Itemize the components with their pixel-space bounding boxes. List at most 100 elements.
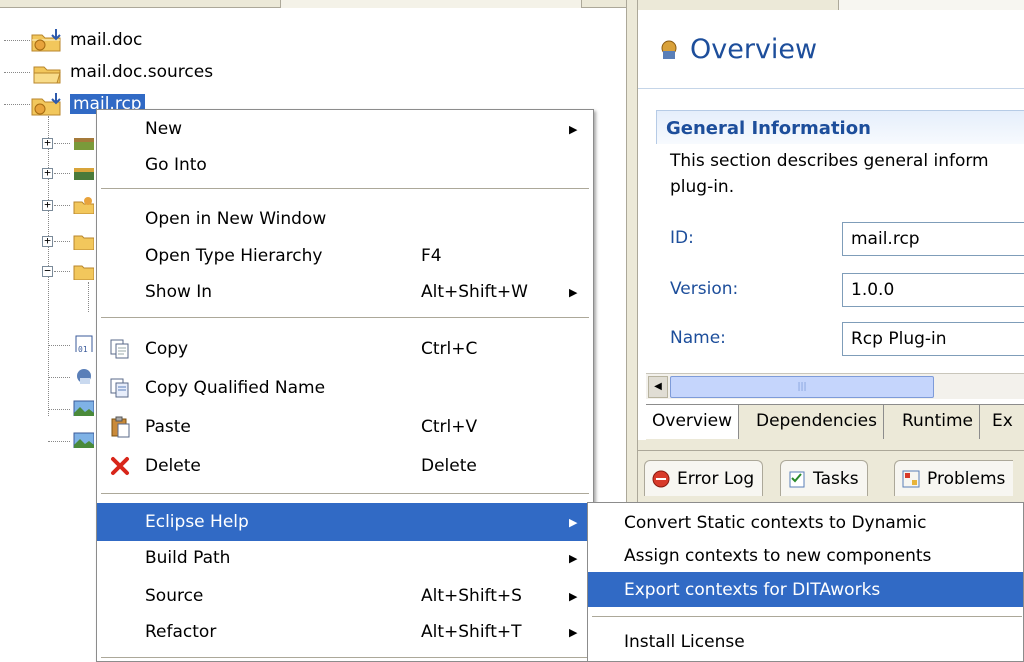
- submenu-item-convert-static-contexts[interactable]: Convert Static contexts to Dynamic: [588, 505, 1023, 540]
- menu-item-open-in-new-window[interactable]: Open in New Window: [97, 200, 593, 238]
- folder-icon: [73, 235, 94, 250]
- submenu-item-install-license[interactable]: Install License: [588, 624, 1023, 659]
- scroll-left-icon[interactable]: ◀: [648, 376, 668, 398]
- tab-problems[interactable]: Problems: [894, 460, 1014, 496]
- tab-dependencies[interactable]: Dependencies: [750, 405, 884, 439]
- submenu-item-label: Export contexts for DITAworks: [624, 579, 881, 600]
- menu-item-open-type-hierarchy[interactable]: Open Type Hierarchy F4: [97, 237, 593, 275]
- submenu-item-assign-contexts[interactable]: Assign contexts to new components: [588, 538, 1023, 573]
- menu-item-copy[interactable]: Copy Ctrl+C: [97, 330, 593, 368]
- submenu-arrow-icon: ▶: [569, 625, 578, 639]
- submenu-arrow-icon: ▶: [569, 285, 578, 299]
- menu-item-new[interactable]: New ▶: [97, 110, 593, 148]
- tab-tasks[interactable]: Tasks: [780, 460, 868, 496]
- menu-item-copy-qualified-name[interactable]: Copy Qualified Name: [97, 369, 593, 407]
- explorer-tab-bar: [0, 0, 626, 8]
- menu-item-paste[interactable]: Paste Ctrl+V: [97, 408, 593, 446]
- name-input[interactable]: Rcp Plug-in: [842, 322, 1024, 356]
- name-label: Name:: [670, 328, 726, 348]
- section-title: General Information: [666, 118, 871, 139]
- submenu-arrow-icon: ▶: [569, 589, 578, 603]
- collapse-icon[interactable]: −: [42, 265, 53, 277]
- expand-icon[interactable]: +: [42, 199, 53, 211]
- menu-item-refactor[interactable]: Refactor Alt+Shift+T ▶: [97, 613, 593, 651]
- menu-item-shortcut: Ctrl+V: [421, 417, 478, 437]
- submenu-item-label: Assign contexts to new components: [624, 545, 932, 566]
- menu-item-show-in[interactable]: Show In Alt+Shift+W ▶: [97, 273, 593, 311]
- tree-connector: [88, 282, 89, 312]
- image-file-icon: [73, 432, 94, 448]
- tree-item-mail-doc-sources[interactable]: mail.doc.sources: [30, 58, 213, 86]
- tree-connector: [48, 345, 70, 346]
- expand-icon[interactable]: +: [42, 167, 53, 179]
- tab-extensions[interactable]: Ex: [986, 405, 1019, 439]
- submenu-arrow-icon: ▶: [569, 551, 578, 565]
- submenu-item-label: Convert Static contexts to Dynamic: [624, 512, 927, 533]
- menu-item-delete[interactable]: Delete Delete: [97, 447, 593, 485]
- tab-runtime[interactable]: Runtime: [896, 405, 981, 439]
- plugin-dependencies-icon: [73, 197, 94, 214]
- tree-connector: [4, 72, 30, 73]
- tree-connector: [54, 173, 70, 174]
- id-field-row: ID: mail.rcp: [670, 222, 1024, 256]
- menu-item-go-into[interactable]: Go Into: [97, 146, 593, 184]
- version-input[interactable]: 1.0.0: [842, 273, 1024, 307]
- tasks-icon: [789, 471, 805, 487]
- version-label: Version:: [670, 279, 739, 299]
- expand-icon[interactable]: +: [42, 235, 53, 247]
- menu-item-label: Go Into: [145, 155, 207, 175]
- menu-item-label: Eclipse Help: [145, 512, 249, 532]
- menu-item-eclipse-help[interactable]: Eclipse Help ▶: [97, 503, 593, 541]
- menu-item-label: Source: [145, 586, 204, 606]
- tab-overview[interactable]: Overview: [646, 405, 740, 439]
- tree-connector: [4, 104, 30, 105]
- menu-separator: [101, 493, 589, 495]
- plugin-project-icon: [31, 93, 61, 116]
- menu-item-build-path[interactable]: Build Path ▶: [97, 539, 593, 577]
- delete-icon: [111, 457, 129, 475]
- section-description: This section describes general inform pl…: [670, 148, 1024, 200]
- tree-connector: [48, 441, 70, 442]
- menu-separator: [101, 657, 589, 659]
- source-folder-icon: [74, 138, 94, 150]
- menu-item-label: Build Path: [145, 548, 231, 568]
- submenu-arrow-icon: ▶: [569, 515, 578, 529]
- tree-connector: [54, 143, 70, 144]
- tree-connector: [48, 377, 70, 378]
- menu-item-label: Copy Qualified Name: [145, 378, 326, 398]
- submenu-arrow-icon: ▶: [569, 122, 578, 136]
- menu-item-shortcut: Delete: [421, 456, 477, 476]
- menu-item-label: Show In: [145, 282, 213, 302]
- tree-item-mail-doc[interactable]: mail.doc: [30, 26, 142, 54]
- scrollbar-thumb[interactable]: |||: [670, 376, 934, 398]
- submenu-item-label: Install License: [624, 631, 745, 652]
- error-log-icon: [652, 470, 670, 487]
- id-input[interactable]: mail.rcp: [842, 222, 1024, 256]
- menu-item-label: Open in New Window: [145, 209, 327, 229]
- menu-item-source[interactable]: Source Alt+Shift+S ▶: [97, 577, 593, 615]
- menu-separator: [592, 616, 1022, 618]
- page-title-text: Overview: [690, 34, 818, 65]
- context-menu: New ▶ Go Into Open in New Window Open Ty…: [96, 109, 594, 662]
- tab-label: Error Log: [677, 468, 755, 489]
- name-field-row: Name: Rcp Plug-in: [670, 322, 1024, 356]
- editor-page-tabs: Overview Dependencies Runtime Ex: [646, 404, 1024, 440]
- section-header[interactable]: General Information: [656, 110, 1024, 144]
- folder-open-icon: [73, 265, 94, 280]
- tab-error-log[interactable]: Error Log: [644, 460, 764, 496]
- tree-connector: [54, 205, 70, 206]
- paste-icon: [111, 416, 130, 438]
- version-field-row: Version: 1.0.0: [670, 273, 1024, 307]
- problems-icon: [902, 470, 920, 487]
- binary-file-icon: 01: [75, 335, 93, 352]
- copy-icon: [110, 339, 129, 359]
- description-line: This section describes general inform: [670, 151, 989, 171]
- expand-icon[interactable]: +: [42, 137, 53, 149]
- tab-label: Problems: [927, 468, 1006, 489]
- submenu-item-export-contexts[interactable]: Export contexts for DITAworks: [588, 572, 1023, 607]
- svg-text:01: 01: [78, 345, 88, 352]
- folder-icon: [33, 66, 61, 84]
- horizontal-scrollbar[interactable]: ◀ |||: [646, 373, 1024, 399]
- overview-icon: [661, 40, 677, 59]
- tree-connector: [54, 241, 70, 242]
